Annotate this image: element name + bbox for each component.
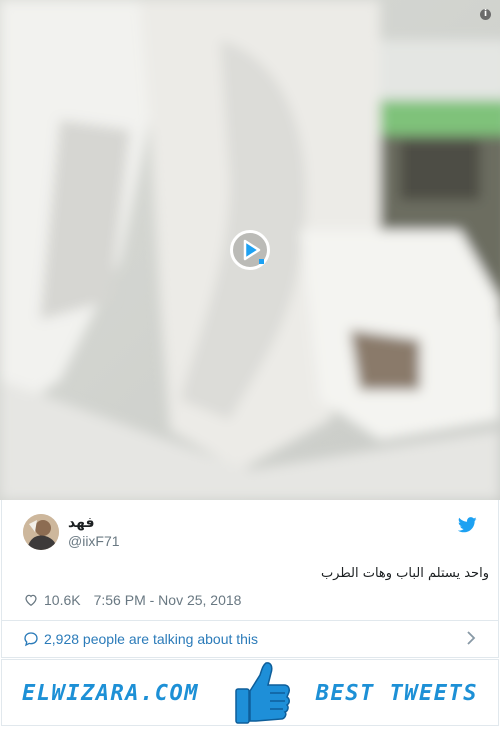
- conversation-link[interactable]: 2,928 people are talking about this: [23, 631, 258, 647]
- timestamp[interactable]: 7:56 PM - Nov 25, 2018: [94, 592, 242, 608]
- info-icon[interactable]: i: [480, 9, 491, 20]
- twitter-bird-icon[interactable]: [458, 517, 477, 533]
- thumbs-up-icon: [235, 662, 290, 724]
- avatar[interactable]: [23, 514, 59, 550]
- tweet-card: فهد @iixF71 واحد يستلم الباب وهات الطرب …: [1, 500, 499, 658]
- user-handle[interactable]: @iixF71: [68, 533, 120, 549]
- video-player[interactable]: i: [0, 0, 500, 500]
- conversation-label: 2,928 people are talking about this: [44, 631, 259, 647]
- speech-bubble-icon: [24, 632, 38, 647]
- banner-tagline: BEST TWEETS: [315, 681, 478, 706]
- chevron-right-icon[interactable]: [466, 630, 476, 646]
- tweet-meta: 10.6K 7:56 PM - Nov 25, 2018: [24, 592, 241, 608]
- tweet-text: واحد يستلم الباب وهات الطرب: [320, 566, 489, 581]
- promo-banner[interactable]: ELWIZARA.COM BEST TWEETS: [1, 659, 499, 726]
- like-count[interactable]: 10.6K: [44, 592, 81, 608]
- display-name[interactable]: فهد: [68, 515, 95, 531]
- heart-icon[interactable]: [24, 593, 38, 607]
- site-name: ELWIZARA.COM: [22, 681, 199, 706]
- divider: [2, 620, 498, 621]
- tweet-embed: i فهد @iixF71 واحد يستلم الباب وهات الطر…: [0, 0, 500, 730]
- play-icon[interactable]: [229, 229, 271, 271]
